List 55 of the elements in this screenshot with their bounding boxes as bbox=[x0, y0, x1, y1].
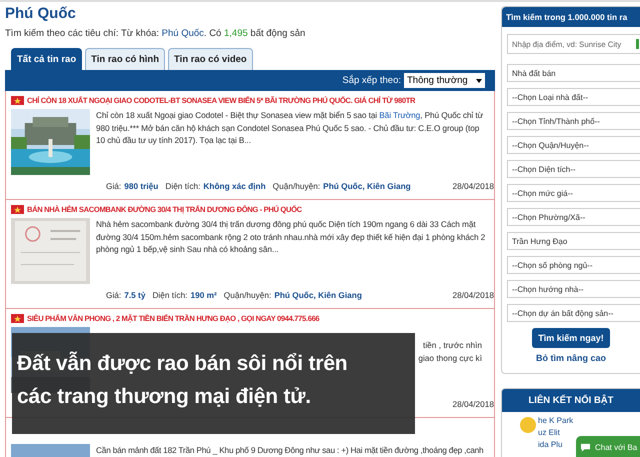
fact-value: Phú Quốc, Kiên Giang bbox=[323, 181, 411, 191]
panel-header: Tìm kiếm trong 1.000.000 tin ra bbox=[502, 7, 640, 27]
chat-button[interactable]: Chat với Ba bbox=[576, 436, 640, 457]
page-title: Phú Quốc bbox=[5, 5, 77, 22]
select-field[interactable]: --Chọn Phường/Xã-- bbox=[507, 208, 640, 226]
marker-icon bbox=[636, 39, 639, 49]
caret-icon bbox=[476, 78, 482, 82]
post-date: 28/04/2018 bbox=[452, 399, 494, 409]
featured-link[interactable]: ida Plu bbox=[538, 439, 562, 451]
fact-value: Phú Quốc, Kiên Giang bbox=[274, 290, 362, 300]
input-field[interactable]: Trần Hưng Đạo bbox=[507, 232, 640, 250]
fact-label: Diện tích: bbox=[165, 181, 200, 191]
select-field[interactable]: --Chọn Tỉnh/Thành phố-- bbox=[507, 112, 640, 130]
flag-icon bbox=[11, 314, 24, 323]
caption-text: Đất vẫn được rao bán sôi nổi trên các trang thương mại điện tử. bbox=[12, 333, 415, 434]
logo-icon bbox=[520, 417, 536, 433]
fact-label: Giá: bbox=[106, 290, 122, 300]
fact-label: Quận/huyện: bbox=[224, 290, 272, 300]
select-field[interactable]: Nhà đất bán bbox=[507, 64, 640, 82]
fact-label: Diện tích: bbox=[152, 290, 188, 300]
tab[interactable]: Tin rao có video bbox=[168, 48, 253, 70]
fact-value: Không xác định bbox=[203, 181, 266, 191]
tab[interactable]: Tất cả tin rao bbox=[11, 48, 82, 70]
sort-dropdown[interactable]: Thông thường bbox=[404, 73, 485, 88]
select-field[interactable]: --Chọn số phòng ngủ-- bbox=[507, 256, 640, 274]
fact-label: Quận/huyện: bbox=[272, 181, 320, 191]
fact-value: 7.5 tỷ bbox=[124, 290, 146, 300]
post-date: 28/04/2018 bbox=[452, 181, 494, 191]
listing-description: Cần bán mảnh đất 182 Trần Phú _ Khu phố 9 Dương Đông như sau : +) Hai mặt tiền đường ,thoáng đẹp ,canh bbox=[96, 444, 484, 457]
listing-description: Nhà hẻm sacombank đường 30/4 thị trấn dương đông phú quốc Diện tích 190m ngang 6 dài 33 Cách mặt đường 30/4 150m.hẻm sacombank rộng 2 oto tránh nhau.nhà mới xây đẹp thiết kế hiện đại 1 phòng khách 2 phòng ngủ 1 bếp,vệ sinh Sau nhà có khoảng sân... bbox=[96, 218, 486, 256]
chat-icon bbox=[580, 443, 591, 452]
fact-label: Giá: bbox=[106, 181, 122, 191]
select-field[interactable]: --Chọn Quận/Huyện-- bbox=[507, 136, 640, 154]
description-fragment: tiền , trước nhìn bbox=[423, 339, 482, 352]
location-link[interactable]: Bãi Trường bbox=[379, 110, 420, 120]
description-fragment: giao thong cực kì bbox=[418, 352, 482, 364]
fact-value: 980 triệu bbox=[124, 181, 158, 191]
select-field[interactable]: --Chọn hướng nhà-- bbox=[507, 280, 640, 298]
sort-label: Sắp xếp theo: bbox=[342, 75, 401, 86]
listing-description: Chỉ còn 18 xuất Ngoại giao Codotel - Biệt thự Sonasea view mặt biển 5 sao tại Bãi Trường, Phú Quốc chỉ từ 980 triệu.*** Mở bán căn hộ khách sạn Condotel Sonasea Phú Quốc 5 sao. - Chủ đầu tư: C.E.O group (top 10 chủ đầu tư uy tính 2017). Tọa lạc tại B... bbox=[96, 109, 484, 147]
flag-icon bbox=[11, 96, 24, 105]
select-field[interactable]: --Chọn Diện tích-- bbox=[507, 160, 640, 178]
featured-link[interactable]: he K Park bbox=[538, 415, 574, 427]
tab[interactable]: Tin rao có hình bbox=[85, 48, 166, 70]
select-field[interactable]: --Chọn mức giá-- bbox=[507, 184, 640, 202]
select-field[interactable]: --Chọn dự án bất động sản-- bbox=[507, 304, 640, 322]
select-field[interactable]: --Chọn Loại nhà đất-- bbox=[507, 88, 640, 106]
search-summary: Tìm kiếm theo các tiêu chí: Từ khóa: Phú Quốc. Có 1,495 bất động sản bbox=[5, 28, 306, 39]
search-button[interactable]: Tìm kiếm ngay! bbox=[532, 328, 610, 348]
advanced-search-link[interactable]: Bỏ tìm nâng cao bbox=[502, 353, 640, 363]
featured-link[interactable]: uz Elit bbox=[538, 427, 560, 439]
post-date: 28/04/2018 bbox=[452, 290, 494, 300]
flag-icon bbox=[11, 205, 24, 214]
fact-value: 190 m² bbox=[190, 290, 217, 300]
panel-header: LIÊN KẾT NỔI BẬT bbox=[502, 389, 640, 412]
